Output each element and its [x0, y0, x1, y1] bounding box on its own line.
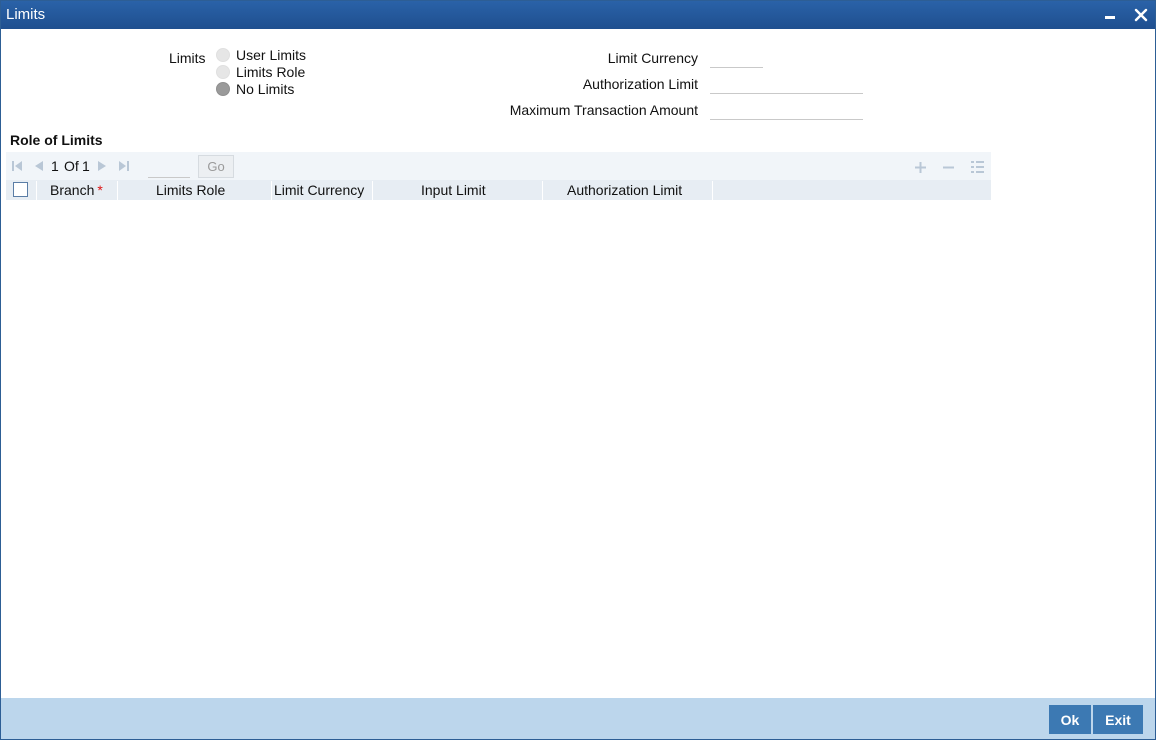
user-limits-label[interactable]: User Limits — [236, 47, 306, 63]
limits-role-column-header[interactable]: Limits Role — [156, 182, 225, 198]
next-page-icon[interactable] — [97, 160, 109, 172]
grid-header — [6, 180, 991, 200]
column-divider — [372, 181, 373, 200]
minimize-button[interactable] — [1101, 6, 1119, 24]
delete-row-icon[interactable] — [942, 161, 955, 174]
limits-label: Limits — [169, 50, 206, 66]
add-row-icon[interactable] — [914, 161, 927, 174]
last-page-icon[interactable] — [118, 160, 130, 172]
total-pages: 1 — [82, 158, 90, 174]
input-limit-column-header[interactable]: Input Limit — [421, 182, 486, 198]
single-view-icon[interactable] — [970, 160, 985, 174]
page-number-input[interactable] — [148, 156, 190, 178]
authorization-limit-field[interactable] — [710, 74, 863, 94]
role-of-limits-title: Role of Limits — [10, 132, 103, 148]
window-title: Limits — [6, 6, 46, 23]
close-icon — [1134, 8, 1148, 22]
close-button[interactable] — [1132, 6, 1150, 24]
limit-currency-label: Limit Currency — [607, 50, 698, 66]
no-limits-label[interactable]: No Limits — [236, 81, 294, 97]
limit-currency-field[interactable] — [710, 48, 763, 68]
limits-window: Limits Limits User Limits Limits Role No… — [0, 0, 1156, 740]
column-divider — [712, 181, 713, 200]
authorization-limit-label: Authorization Limit — [582, 76, 698, 92]
column-divider — [271, 181, 272, 200]
required-mark: * — [97, 182, 103, 198]
column-divider — [36, 181, 37, 200]
first-page-icon[interactable] — [11, 160, 23, 172]
limits-role-label[interactable]: Limits Role — [236, 64, 305, 80]
max-transaction-amount-label: Maximum Transaction Amount — [509, 102, 698, 118]
user-limits-radio[interactable] — [216, 48, 230, 62]
column-divider — [542, 181, 543, 200]
column-divider — [117, 181, 118, 200]
limits-role-radio[interactable] — [216, 65, 230, 79]
branch-column-header[interactable]: Branch * — [50, 182, 103, 198]
max-transaction-amount-field[interactable] — [710, 100, 863, 120]
limit-currency-column-header[interactable]: Limit Currency — [274, 182, 364, 198]
footer-bar — [1, 698, 1155, 739]
title-bar: Limits — [1, 1, 1155, 29]
minimize-icon — [1105, 16, 1115, 19]
exit-button[interactable]: Exit — [1093, 705, 1143, 734]
current-page: 1 — [51, 158, 59, 174]
authorization-limit-column-header[interactable]: Authorization Limit — [567, 182, 682, 198]
no-limits-radio[interactable] — [216, 82, 230, 96]
branch-column-label: Branch — [50, 182, 95, 198]
select-all-checkbox[interactable] — [13, 182, 28, 197]
go-button[interactable]: Go — [198, 155, 234, 178]
ok-button[interactable]: Ok — [1049, 705, 1091, 734]
previous-page-icon[interactable] — [32, 160, 44, 172]
of-label: Of — [64, 158, 79, 174]
